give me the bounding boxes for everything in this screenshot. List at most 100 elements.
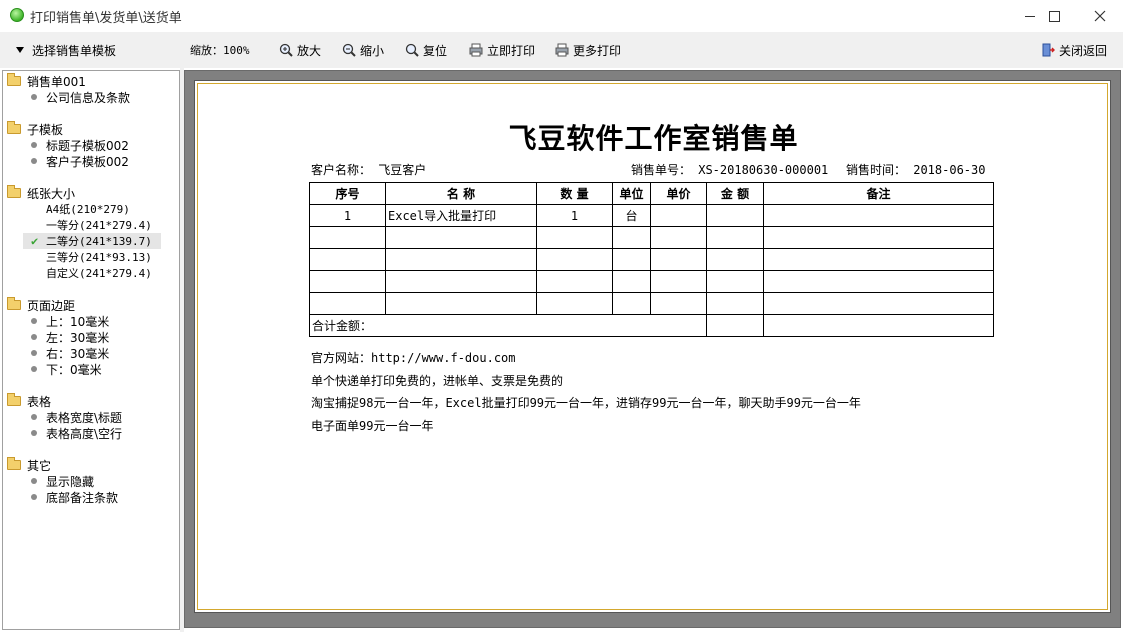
tree-item-footer-notes[interactable]: 底部备注条款: [7, 489, 118, 505]
close-return-button[interactable]: 关闭返回: [1041, 41, 1107, 59]
table-cell: [309, 292, 386, 315]
tree-item-table-height[interactable]: 表格高度\空行: [7, 425, 122, 441]
column-header: 名 称: [385, 182, 537, 205]
zoom-in-icon: [279, 43, 293, 57]
tree-group-header[interactable]: 其它: [7, 457, 118, 473]
tree-group-margins: 页面边距 上：10毫米 左：30毫米 右：30毫米 下：0毫米: [7, 297, 109, 377]
title-bar: 打印销售单\发货单\送货单: [0, 0, 1123, 32]
zoom-out-button[interactable]: 缩小: [342, 41, 384, 59]
zoom-in-button[interactable]: 放大: [279, 41, 321, 59]
tree-item-title-subtemplate[interactable]: 标题子模板002: [7, 137, 129, 153]
column-header: 备注: [763, 182, 994, 205]
table-cell: [385, 226, 537, 249]
bullet-icon: [31, 494, 37, 500]
note-website: 官方网站：http://www.f-dou.com: [311, 351, 516, 365]
print-now-button[interactable]: 立即打印: [469, 41, 535, 59]
tree-item-margin-left[interactable]: 左：30毫米: [7, 329, 109, 345]
table-cell: [706, 226, 764, 249]
total-amount-cell: [706, 314, 764, 337]
tree-group-paper-size: 纸张大小 A4纸(210*279) 一等分(241*279.4) ✔ 二等分(24…: [7, 185, 161, 281]
table-cell: [650, 226, 707, 249]
tree-item-margin-bottom[interactable]: 下：0毫米: [7, 361, 109, 377]
bullet-icon: [31, 430, 37, 436]
table-cell: 1: [309, 204, 386, 227]
table-cell: [763, 270, 994, 293]
table-cell: [650, 270, 707, 293]
folder-icon: [7, 185, 21, 198]
table-cell: [536, 270, 613, 293]
tree-item-paper-a4[interactable]: A4纸(210*279): [7, 201, 161, 217]
zoom-out-label: 缩小: [360, 43, 385, 58]
document-title: 飞豆软件工作室销售单: [508, 122, 799, 155]
more-print-button[interactable]: 更多打印: [555, 41, 621, 59]
table-cell: [650, 204, 707, 227]
table-cell: [309, 226, 386, 249]
dropdown-arrow-icon: [16, 47, 24, 53]
tree-group-header[interactable]: 销售单001: [7, 73, 130, 89]
table-cell: [706, 292, 764, 315]
order-number: 销售单号： XS-20180630-000001: [631, 163, 829, 177]
app-icon: [10, 8, 24, 22]
table-cell: [612, 248, 651, 271]
folder-icon: [7, 457, 21, 470]
tree-item-paper-half[interactable]: 一等分(241*279.4): [7, 217, 161, 233]
table-cell: [763, 292, 994, 315]
tree-item-paper-second[interactable]: ✔ 二等分(241*139.7): [23, 233, 161, 249]
table-cell: [650, 292, 707, 315]
maximize-icon: [1048, 10, 1060, 22]
tree-group-header[interactable]: 表格: [7, 393, 122, 409]
print-now-label: 立即打印: [487, 43, 536, 58]
tree-item-margin-top[interactable]: 上：10毫米: [7, 313, 109, 329]
close-window-button[interactable]: [1077, 0, 1123, 32]
printer-icon: [469, 43, 483, 57]
total-notes-cell: [763, 314, 994, 337]
table-cell: [536, 226, 613, 249]
print-preview-area: 飞豆软件工作室销售单 客户名称： 飞豆客户 销售单号： XS-20180630-…: [184, 70, 1121, 628]
tree-item-paper-custom[interactable]: 自定义(241*279.4): [7, 265, 161, 281]
table-cell: [650, 248, 707, 271]
folder-icon: [7, 73, 21, 86]
table-cell: [706, 204, 764, 227]
tree-group-sales-order: 销售单001 公司信息及条款: [7, 73, 130, 105]
reset-zoom-button[interactable]: 复位: [405, 41, 447, 59]
settings-tree: 销售单001 公司信息及条款 子模板 标题子模板002 客户子模板002 纸张大…: [2, 70, 180, 630]
column-header: 序号: [309, 182, 386, 205]
table-cell: [612, 226, 651, 249]
printer-icon: [555, 43, 569, 57]
folder-icon: [7, 121, 21, 134]
tree-item-company-info[interactable]: 公司信息及条款: [7, 89, 130, 105]
table-row: [309, 248, 994, 271]
note-free-printing: 单个快递单打印免费的，进帐单、支票是免费的: [311, 374, 564, 388]
table-cell: [612, 292, 651, 315]
table-cell: [612, 270, 651, 293]
checkmark-icon: ✔: [31, 234, 39, 248]
bullet-icon: [31, 334, 37, 340]
folder-icon: [7, 393, 21, 406]
close-icon: [1094, 10, 1106, 22]
tree-item-customer-subtemplate[interactable]: 客户子模板002: [7, 153, 129, 169]
tree-group-header[interactable]: 页面边距: [7, 297, 109, 313]
table-cell: [309, 248, 386, 271]
template-select-button[interactable]: 选择销售单模板: [16, 41, 116, 59]
tree-item-margin-right[interactable]: 右：30毫米: [7, 345, 109, 361]
zoom-out-icon: [342, 43, 356, 57]
table-header-row: 序号 名 称 数 量 单位 单价 金 额 备注: [309, 182, 994, 205]
tree-group-header[interactable]: 子模板: [7, 121, 129, 137]
zoom-level: 缩放：100%: [190, 44, 250, 57]
tree-group-table: 表格 表格宽度\标题 表格高度\空行: [7, 393, 122, 441]
tree-item-paper-third[interactable]: 三等分(241*93.13): [7, 249, 161, 265]
column-header: 数 量: [536, 182, 613, 205]
table-cell: 台: [612, 204, 651, 227]
bullet-icon: [31, 478, 37, 484]
table-cell: [763, 226, 994, 249]
maximize-button[interactable]: [1031, 0, 1077, 32]
table-cell: 1: [536, 204, 613, 227]
note-e-waybill: 电子面单99元一台一年: [311, 419, 434, 433]
template-select-label: 选择销售单模板: [32, 43, 117, 58]
bullet-icon: [31, 94, 37, 100]
tree-item-show-hide[interactable]: 显示隐藏: [7, 473, 118, 489]
table-cell: [385, 270, 537, 293]
tree-item-table-width[interactable]: 表格宽度\标题: [7, 409, 122, 425]
table-cell: [385, 292, 537, 315]
tree-group-header[interactable]: 纸张大小: [7, 185, 161, 201]
